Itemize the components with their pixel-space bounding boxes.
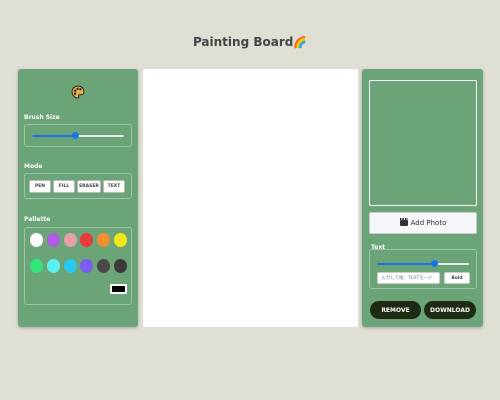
tools-panel: Brush Size Mode PEN FILL ERASER TEXT Pal… [18,69,138,327]
color-swatch[interactable] [30,259,43,273]
selected-color-preview[interactable] [110,284,127,294]
text-box: Bold [369,249,477,289]
mode-fill-button[interactable]: FILL [53,180,75,193]
color-swatch[interactable] [30,233,43,247]
mode-label: Mode [24,163,43,170]
download-button[interactable]: DOWNLOAD [424,301,476,319]
text-size-slider-fill [377,263,435,265]
drawing-canvas[interactable] [143,69,358,327]
page-title: Painting Board🌈 [0,35,500,49]
color-swatch[interactable] [97,259,111,273]
add-photo-button[interactable]: Add Photo [369,212,477,234]
text-size-slider-thumb[interactable] [431,260,439,267]
clapperboard-icon [399,218,408,226]
pallette-label: Pallette [24,216,51,223]
add-photo-label: Add Photo [410,219,447,227]
brush-size-box [24,124,132,147]
app-title-text: Painting Board [192,35,294,49]
mode-pen-button[interactable]: PEN [29,180,51,193]
photo-preview-area [369,80,477,206]
brush-size-slider-thumb[interactable] [71,132,79,139]
color-swatch[interactable] [80,233,94,247]
color-swatch[interactable] [46,259,60,273]
mode-eraser-button[interactable]: ERASER [77,180,101,193]
brush-size-label: Brush Size [24,114,60,121]
bold-button[interactable]: Bold [444,272,470,284]
remove-button[interactable]: REMOVE [370,301,421,319]
text-input[interactable] [377,272,440,284]
mode-text-button[interactable]: TEXT [103,180,125,193]
text-size-slider[interactable] [377,260,469,267]
color-swatch[interactable] [63,233,77,247]
artist-palette-icon [71,85,85,99]
mode-buttons: PEN FILL ERASER TEXT [29,180,125,193]
color-swatch[interactable] [80,259,94,273]
color-swatch[interactable] [113,233,127,247]
media-panel: Add Photo Text Bold REMOVE DOWNLOAD [362,69,483,327]
color-swatch[interactable] [63,259,77,273]
color-swatch[interactable] [46,233,60,247]
color-swatch[interactable] [97,233,111,247]
rainbow-icon: 🌈 [293,36,308,49]
brush-size-slider[interactable] [32,132,124,139]
mode-box: PEN FILL ERASER TEXT [24,173,132,199]
brush-size-slider-fill [32,135,76,137]
color-swatches [30,233,127,273]
pallette-box [24,227,132,305]
color-swatch[interactable] [113,259,127,273]
